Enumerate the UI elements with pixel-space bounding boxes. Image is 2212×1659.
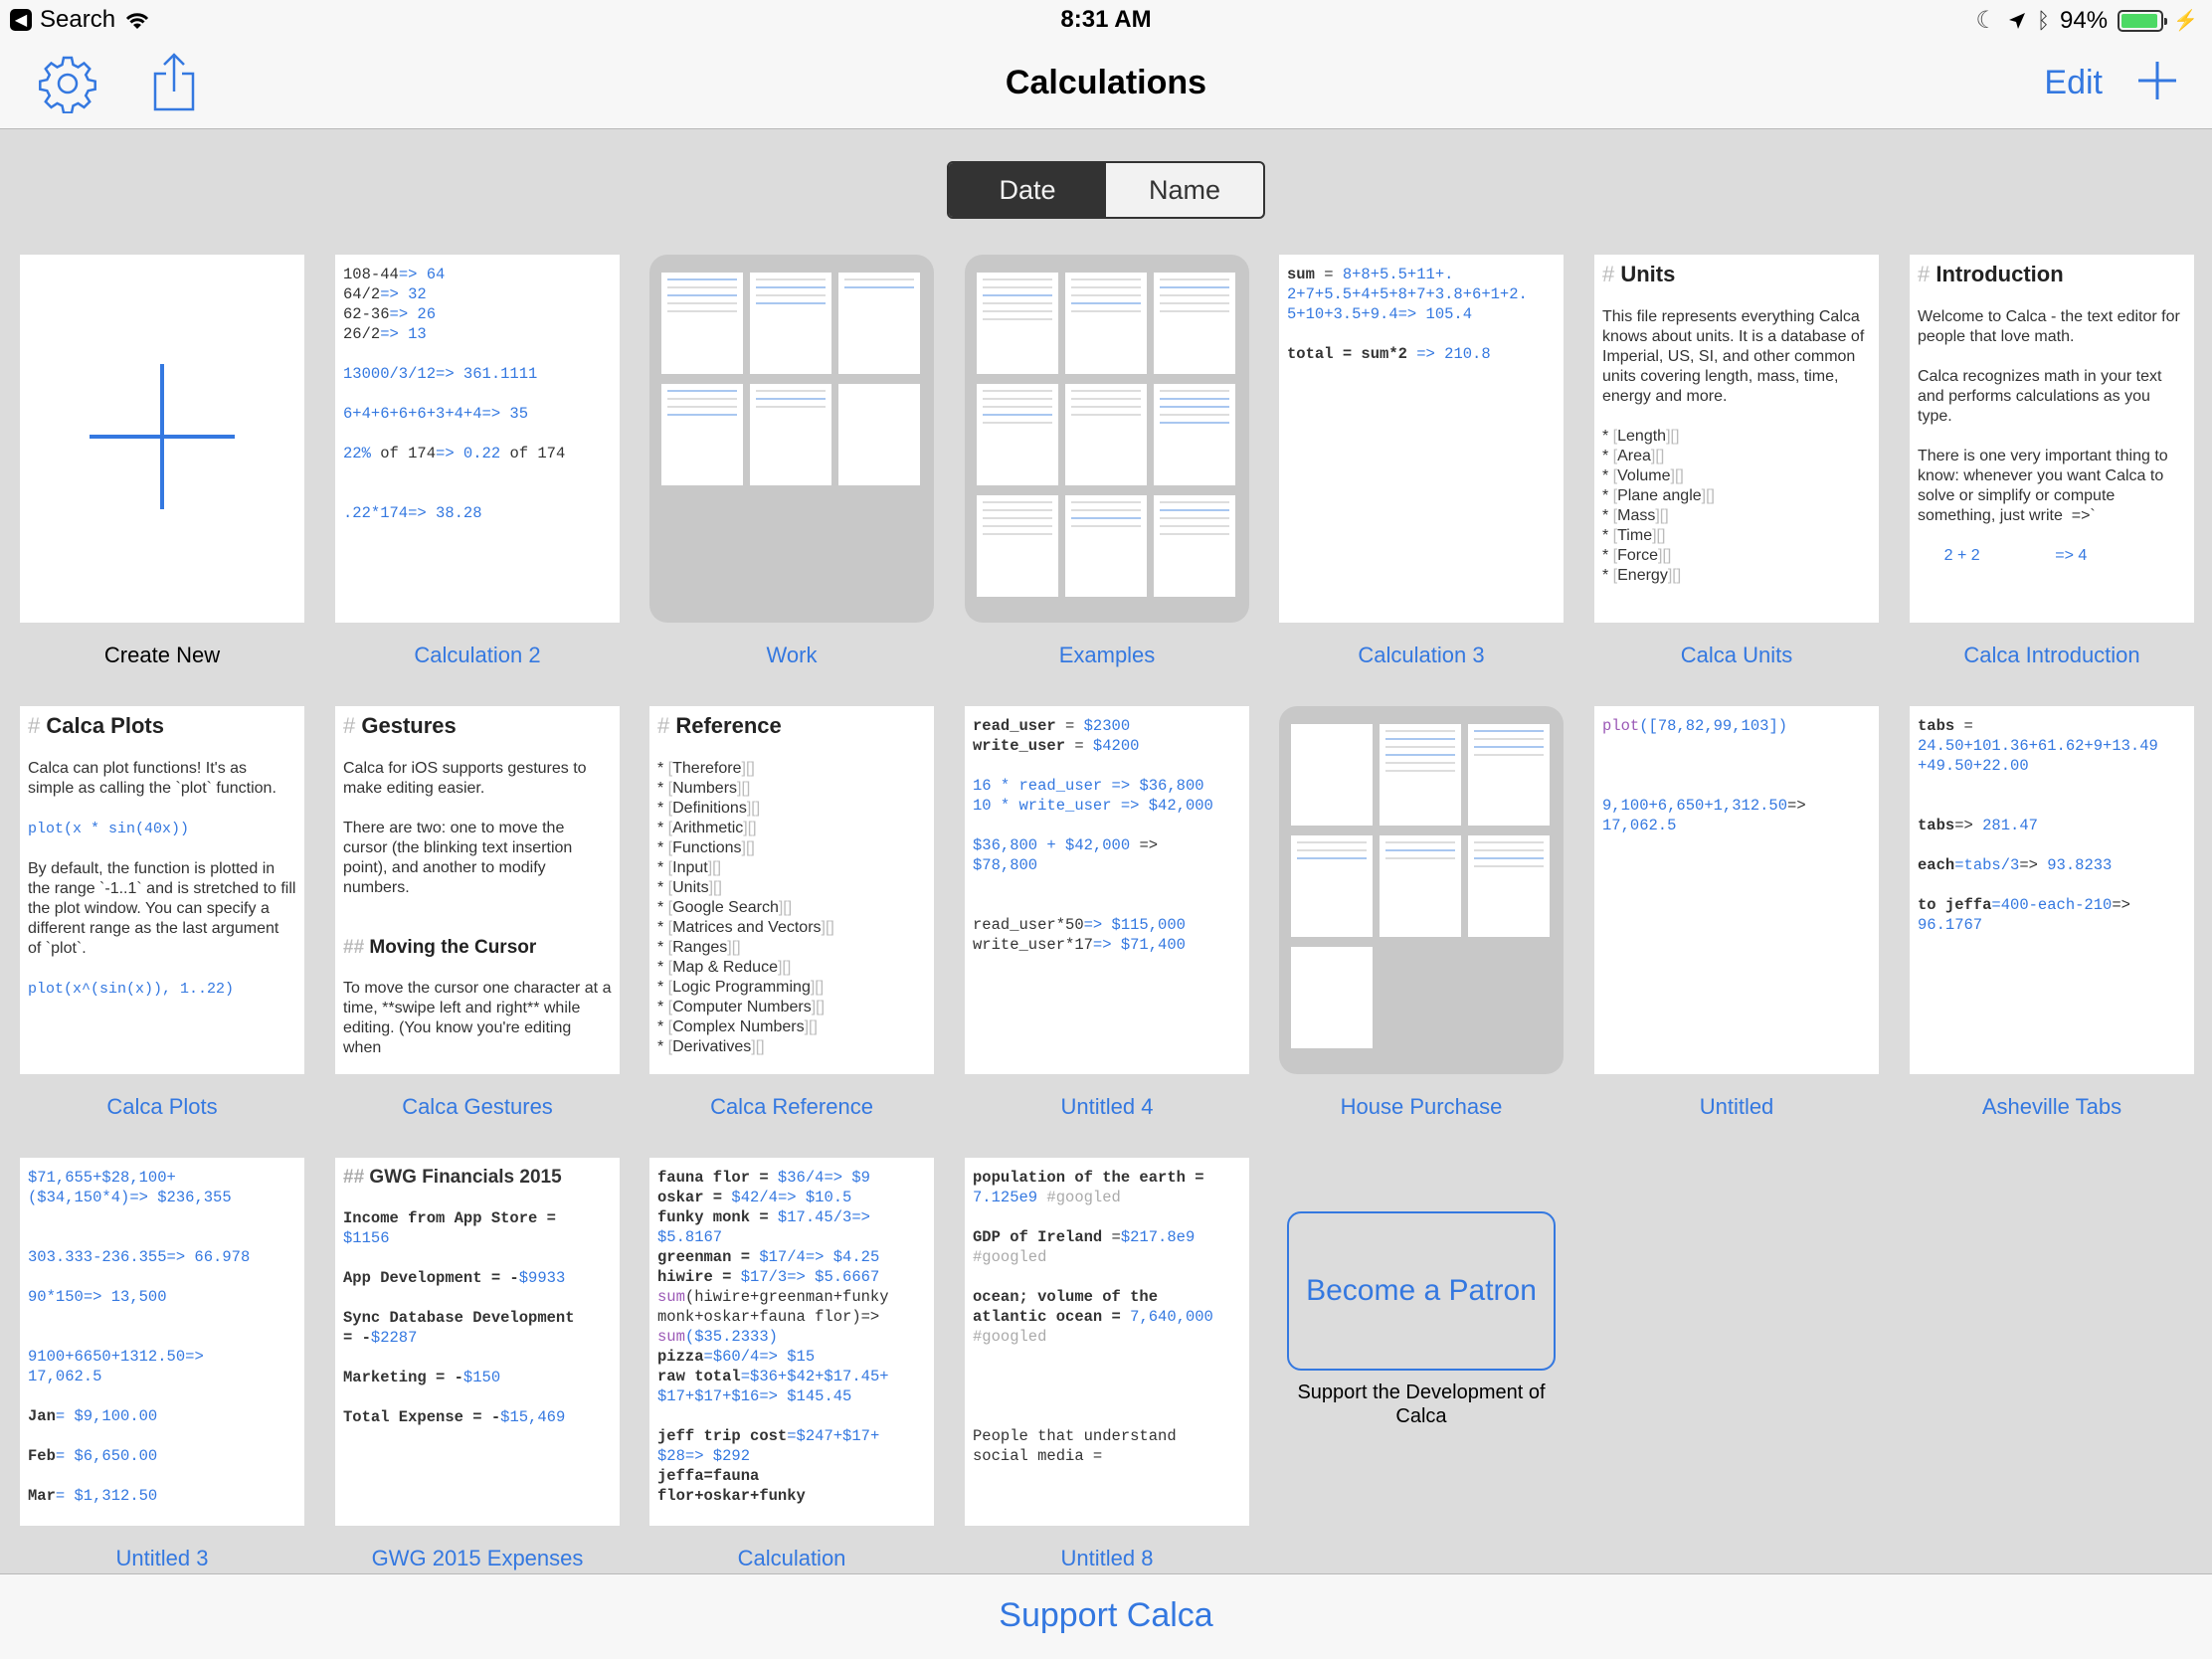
document-card[interactable]: # Gestures Calca for iOS supports gestur… [335, 706, 620, 1074]
document-preview: # Calca Plots Calca can plot functions! … [28, 713, 300, 999]
document-card[interactable]: # Calca Plots Calca can plot functions! … [20, 706, 304, 1074]
document-card[interactable]: 108-44=> 64 64/2=> 32 62-36=> 26 26/2=> … [335, 255, 620, 623]
thumbnail [1468, 835, 1550, 937]
folder-card[interactable] [1279, 706, 1564, 1074]
card-title[interactable]: Calca Reference [635, 1094, 949, 1120]
moon-icon: ☾ [1975, 7, 1997, 34]
document-card[interactable]: sum = 8+8+5.5+11+. 2+7+5.5+4+5+8+7+3.8+6… [1279, 255, 1564, 623]
navigation-bar: Calculations Edit [0, 40, 2212, 129]
thumbnail [1065, 384, 1147, 485]
card-title[interactable]: Examples [950, 643, 1264, 668]
document-card[interactable]: ## GWG Financials 2015 Income from App S… [335, 1158, 620, 1526]
card-title[interactable]: Untitled 3 [5, 1546, 319, 1571]
card-title[interactable]: Work [635, 643, 949, 668]
status-bar: ◀ Search 8:31 AM ☾ ᛒ 94% ⚡ [0, 0, 2212, 40]
document-preview: # Gestures Calca for iOS supports gestur… [343, 713, 616, 1057]
document-preview: # Introduction Welcome to Calca - the te… [1918, 262, 2185, 565]
folder-card[interactable] [965, 255, 1249, 623]
card-title[interactable]: Calca Gestures [320, 1094, 635, 1120]
document-card[interactable]: tabs = 24.50+101.36+61.62+9+13.49 +49.50… [1910, 706, 2194, 1074]
card-title[interactable]: Calca Units [1579, 643, 1894, 668]
thumbnail [661, 384, 743, 485]
card-title[interactable]: Calca Plots [5, 1094, 319, 1120]
thumbnail [1291, 947, 1373, 1048]
thumbnail [1154, 495, 1235, 597]
card-title[interactable]: Create New [5, 643, 319, 668]
document-preview: plot([78,82,99,103]) 9,100+6,650+1,312.5… [1602, 717, 1806, 834]
document-preview: fauna flor = $36/4=> $9 oskar = $42/4=> … [657, 1169, 889, 1505]
document-card[interactable]: # Units This file represents everything … [1594, 255, 1879, 623]
thumbnail [1154, 384, 1235, 485]
card-title[interactable]: Untitled [1579, 1094, 1894, 1120]
card-title[interactable]: Calca Introduction [1895, 643, 2209, 668]
thumbnail [977, 384, 1058, 485]
document-preview: population of the earth = 7.125e9 #googl… [973, 1169, 1213, 1465]
thumbnail [661, 273, 743, 374]
document-card[interactable]: $71,655+$28,100+ ($34,150*4)=> $236,355 … [20, 1158, 304, 1526]
support-calca-link[interactable]: Support Calca [0, 1596, 2212, 1635]
document-preview: # Units This file represents everything … [1602, 262, 1869, 585]
page-title: Calculations [1005, 64, 1207, 101]
document-card[interactable]: # Reference * [Therefore][] * [Numbers][… [649, 706, 934, 1074]
card-title[interactable]: GWG 2015 Expenses [320, 1546, 635, 1571]
card-title[interactable]: Calculation [635, 1546, 949, 1571]
folder-card[interactable] [649, 255, 934, 623]
battery-percent: 94% [2060, 6, 2109, 34]
thumbnail [838, 273, 920, 374]
plus-icon [90, 364, 235, 509]
card-title[interactable]: Asheville Tabs [1895, 1094, 2209, 1120]
thumbnail [1065, 495, 1147, 597]
document-preview: sum = 8+8+5.5+11+. 2+7+5.5+4+5+8+7+3.8+6… [1287, 266, 1528, 363]
thumbnail [1154, 273, 1235, 374]
document-preview: ## GWG Financials 2015 Income from App S… [343, 1167, 575, 1427]
thumbnail [1291, 835, 1373, 937]
document-preview: read_user = $2300 write_user = $4200 16 … [973, 717, 1213, 954]
document-preview: tabs = 24.50+101.36+61.62+9+13.49 +49.50… [1918, 717, 2158, 934]
thumbnail [1468, 724, 1550, 826]
thumbnail [1380, 835, 1461, 937]
thumbnail [977, 495, 1058, 597]
document-card[interactable]: # Introduction Welcome to Calca - the te… [1910, 255, 2194, 623]
patron-subtitle: Support the Development of Calca [1297, 1382, 1546, 1427]
thumbnail [1291, 724, 1373, 826]
sort-segmented-control: Date Name [947, 161, 1265, 219]
edit-button[interactable]: Edit [2044, 64, 2103, 102]
sort-by-date[interactable]: Date [949, 163, 1106, 217]
charging-icon: ⚡ [2173, 10, 2198, 32]
thumbnail [1065, 273, 1147, 374]
thumbnail [838, 384, 920, 485]
document-card[interactable]: fauna flor = $36/4=> $9 oskar = $42/4=> … [649, 1158, 934, 1526]
bluetooth-icon: ᛒ [2036, 7, 2051, 33]
document-preview: # Reference * [Therefore][] * [Numbers][… [657, 713, 834, 1056]
plus-icon[interactable] [2132, 56, 2182, 105]
sort-by-name[interactable]: Name [1106, 163, 1263, 217]
card-title[interactable]: Untitled 8 [950, 1546, 1264, 1571]
thumbnail [750, 273, 831, 374]
location-icon [2008, 12, 2025, 29]
create-new-card[interactable] [20, 255, 304, 623]
thumbnail [977, 273, 1058, 374]
clock: 8:31 AM [1060, 6, 1152, 33]
thumbnail [1380, 724, 1461, 826]
document-preview: $71,655+$28,100+ ($34,150*4)=> $236,355 … [28, 1169, 251, 1505]
card-title[interactable]: Untitled 4 [950, 1094, 1264, 1120]
document-card[interactable]: plot([78,82,99,103]) 9,100+6,650+1,312.5… [1594, 706, 1879, 1074]
bottom-bar: Support Calca [0, 1573, 2212, 1659]
document-preview: 108-44=> 64 64/2=> 32 62-36=> 26 26/2=> … [343, 266, 566, 522]
card-title[interactable]: House Purchase [1264, 1094, 1578, 1120]
become-patron-button[interactable]: Become a Patron [1287, 1211, 1556, 1371]
thumbnail [750, 384, 831, 485]
battery-icon [2118, 9, 2168, 32]
document-card[interactable]: read_user = $2300 write_user = $4200 16 … [965, 706, 1249, 1074]
document-card[interactable]: population of the earth = 7.125e9 #googl… [965, 1158, 1249, 1526]
card-title[interactable]: Calculation 2 [320, 643, 635, 668]
card-title[interactable]: Calculation 3 [1264, 643, 1578, 668]
